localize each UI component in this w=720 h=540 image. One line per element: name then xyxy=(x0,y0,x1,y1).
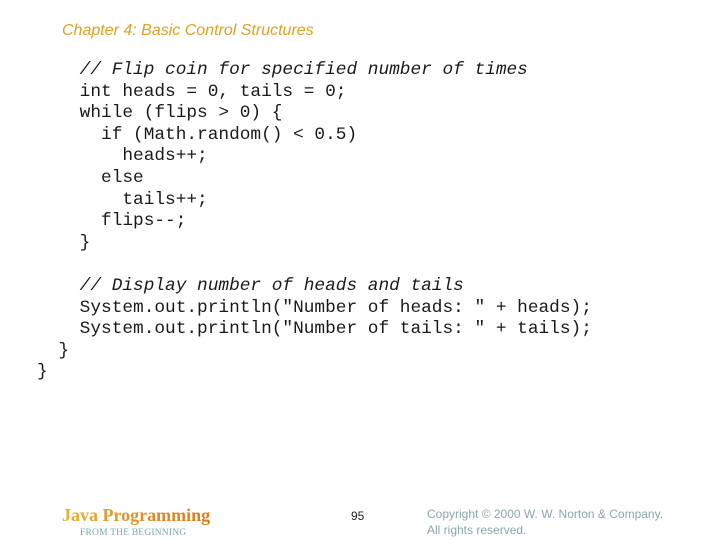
code-line: } xyxy=(37,340,70,361)
footer-brand: Java Programming xyxy=(62,505,211,525)
code-line: else xyxy=(37,167,144,188)
code-comment-line: // Flip coin for specified number of tim… xyxy=(37,60,528,80)
code-line: while (flips > 0) { xyxy=(37,103,283,124)
copyright: Copyright © 2000 W. W. Norton & Company.… xyxy=(427,507,663,538)
code-line: } xyxy=(37,362,48,383)
copyright-line-1: Copyright © 2000 W. W. Norton & Company. xyxy=(427,507,664,521)
slide-title: Chapter 4: Basic Control Structures xyxy=(62,22,314,39)
code-line: heads++; xyxy=(37,146,208,167)
code-line: int heads = 0, tails = 0; xyxy=(37,81,347,102)
code-line: tails++; xyxy=(37,189,208,210)
code-block: // Flip coin for specified number of tim… xyxy=(37,60,592,384)
code-line: if (Math.random() < 0.5) xyxy=(37,124,358,145)
code-line: } xyxy=(37,232,91,253)
code-line: flips--; xyxy=(37,211,187,232)
footer-subtitle: FROM THE BEGINNING xyxy=(80,528,187,538)
code-line: System.out.println("Number of tails: " +… xyxy=(37,319,592,340)
page-number: 95 xyxy=(351,509,365,523)
code-comment-line: // Display number of heads and tails xyxy=(37,275,464,296)
copyright-line-2: All rights reserved. xyxy=(427,522,527,537)
code-line: System.out.println("Number of heads: " +… xyxy=(37,297,592,318)
